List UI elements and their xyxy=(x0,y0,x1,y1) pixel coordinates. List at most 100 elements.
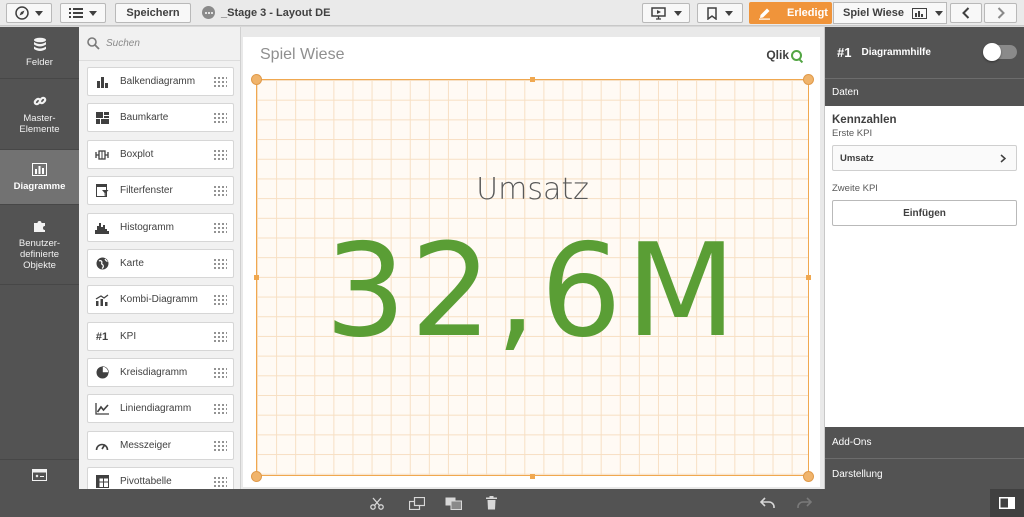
section-data[interactable]: Daten xyxy=(825,78,1024,106)
resize-handle-top[interactable] xyxy=(530,77,535,82)
asset-combo-chart[interactable]: Kombi-Diagramm xyxy=(87,285,234,314)
redo-icon[interactable] xyxy=(797,497,812,509)
presentation-icon xyxy=(650,6,666,20)
pivot-table-icon xyxy=(95,475,109,488)
drag-handle-icon[interactable] xyxy=(213,330,227,343)
globe-icon xyxy=(96,257,108,270)
nav-item-fields[interactable]: Felder xyxy=(0,27,79,79)
panel-toggle-icon xyxy=(999,497,1015,509)
nav-item-custom-objects[interactable]: Benutzer-definierte Objekte xyxy=(0,205,79,285)
add-second-kpi-button[interactable]: Einfügen xyxy=(832,200,1017,226)
bookmark-button[interactable] xyxy=(697,3,743,23)
drag-handle-icon[interactable] xyxy=(213,148,227,161)
resize-handle-bottom-right[interactable] xyxy=(803,471,814,482)
resize-handle-bottom-left[interactable] xyxy=(251,471,262,482)
gauge-icon xyxy=(95,443,109,450)
nav-item-label: Felder xyxy=(26,57,53,68)
properties-panel: #1 Diagrammhilfe Daten Kennzahlen Erste … xyxy=(824,27,1024,489)
asset-bar-chart[interactable]: Balkendiagramm xyxy=(87,67,234,96)
search-icon xyxy=(87,37,100,50)
asset-label: KPI xyxy=(120,331,137,342)
resize-handle-bottom[interactable] xyxy=(530,474,535,479)
top-toolbar: Speichern _Stage 3 - Layout DE Erledigt … xyxy=(0,0,1024,26)
drag-handle-icon[interactable] xyxy=(213,184,227,197)
chevron-down-icon xyxy=(935,10,944,16)
drag-handle-icon[interactable] xyxy=(213,293,227,306)
line-chart-icon xyxy=(95,402,109,415)
more-options-icon[interactable] xyxy=(202,6,215,19)
story-button[interactable] xyxy=(642,3,690,23)
app-title: _Stage 3 - Layout DE xyxy=(202,6,330,19)
second-kpi-label: Zweite KPI xyxy=(832,183,878,194)
nav-item-label: Diagramme xyxy=(13,180,66,192)
sheet-title[interactable]: Spiel Wiese xyxy=(260,46,344,64)
previous-sheet-button[interactable] xyxy=(950,3,982,23)
asset-pie-chart[interactable]: Kreisdiagramm xyxy=(87,358,234,387)
nav-collapse-button[interactable] xyxy=(0,459,79,489)
kpi-label: Umsatz xyxy=(476,172,589,207)
pencil-icon xyxy=(759,8,770,20)
asset-search[interactable]: Suchen xyxy=(79,27,240,61)
bottom-toolbar xyxy=(0,489,1024,517)
drag-handle-icon[interactable] xyxy=(213,111,227,124)
kpi-icon: #1 xyxy=(95,330,109,343)
asset-label: Boxplot xyxy=(120,149,154,160)
assets-nav: Felder Master-Elemente Diagramme Benutze… xyxy=(0,27,79,489)
asset-label: Filterfenster xyxy=(120,185,173,196)
toggle-knob xyxy=(983,43,1001,61)
drag-handle-icon[interactable] xyxy=(213,257,227,270)
undo-icon[interactable] xyxy=(760,497,775,509)
next-sheet-button[interactable] xyxy=(984,3,1017,23)
asset-gauge[interactable]: Messzeiger xyxy=(87,431,234,460)
drag-handle-icon[interactable] xyxy=(213,366,227,379)
bookmark-icon xyxy=(707,6,717,20)
navigation-menu-button[interactable] xyxy=(6,3,52,23)
nav-item-label: Master-Elemente xyxy=(19,112,60,135)
chevron-left-icon xyxy=(962,7,970,19)
asset-filter-pane[interactable]: Filterfenster xyxy=(87,176,234,205)
drag-handle-icon[interactable] xyxy=(213,75,227,88)
resize-handle-top-right[interactable] xyxy=(803,74,814,85)
asset-label: Kreisdiagramm xyxy=(120,367,188,378)
first-kpi-label: Erste KPI xyxy=(832,128,873,139)
global-menu-button[interactable] xyxy=(60,3,106,23)
section-add-ons[interactable]: Add-Ons xyxy=(825,427,1024,458)
resize-handle-top-left[interactable] xyxy=(251,74,262,85)
app-title-text: _Stage 3 - Layout DE xyxy=(221,6,331,19)
asset-treemap[interactable]: Baumkarte xyxy=(87,103,234,132)
asset-map[interactable]: Karte xyxy=(87,249,234,278)
nav-item-label: Benutzer-definierte Objekte xyxy=(18,237,61,271)
cut-icon[interactable] xyxy=(370,497,384,510)
delete-icon[interactable] xyxy=(486,496,497,510)
asset-boxplot[interactable]: Boxplot xyxy=(87,140,234,169)
toggle-properties-button[interactable] xyxy=(990,489,1024,517)
paste-icon[interactable] xyxy=(445,497,462,510)
combo-chart-icon xyxy=(95,293,109,306)
asset-histogram[interactable]: Histogramm xyxy=(87,213,234,242)
nav-item-master-items[interactable]: Master-Elemente xyxy=(0,79,79,150)
asset-label: Balkendiagramm xyxy=(120,76,196,87)
sheet-selector[interactable]: Spiel Wiese xyxy=(833,2,947,24)
asset-pivot-table[interactable]: Pivottabelle xyxy=(87,467,234,489)
drag-handle-icon[interactable] xyxy=(213,439,227,452)
save-button[interactable]: Speichern xyxy=(115,3,191,23)
chart-help-label: Diagrammhilfe xyxy=(861,47,931,58)
data-section-body: Kennzahlen Erste KPI Umsatz Zweite KPI E… xyxy=(825,106,1024,226)
search-input[interactable]: Suchen xyxy=(106,38,140,49)
asset-kpi[interactable]: #1 KPI xyxy=(87,322,234,351)
nav-item-charts[interactable]: Diagramme xyxy=(0,150,79,205)
done-editing-button[interactable]: Erledigt xyxy=(749,2,832,24)
chevron-right-icon xyxy=(1000,154,1006,163)
asset-label: Messzeiger xyxy=(120,440,172,451)
copy-icon[interactable] xyxy=(409,497,425,510)
chart-help-toggle[interactable] xyxy=(983,43,1017,61)
bar-chart-icon xyxy=(96,76,108,88)
chart-list-panel: Suchen Balkendiagramm Baumkarte Boxplot … xyxy=(79,27,241,489)
first-kpi-field[interactable]: Umsatz xyxy=(832,145,1017,171)
drag-handle-icon[interactable] xyxy=(213,475,227,488)
drag-handle-icon[interactable] xyxy=(213,221,227,234)
asset-line-chart[interactable]: Liniendiagramm xyxy=(87,394,234,423)
drag-handle-icon[interactable] xyxy=(213,402,227,415)
section-appearance[interactable]: Darstellung xyxy=(825,458,1024,489)
chevron-down-icon xyxy=(89,10,97,16)
